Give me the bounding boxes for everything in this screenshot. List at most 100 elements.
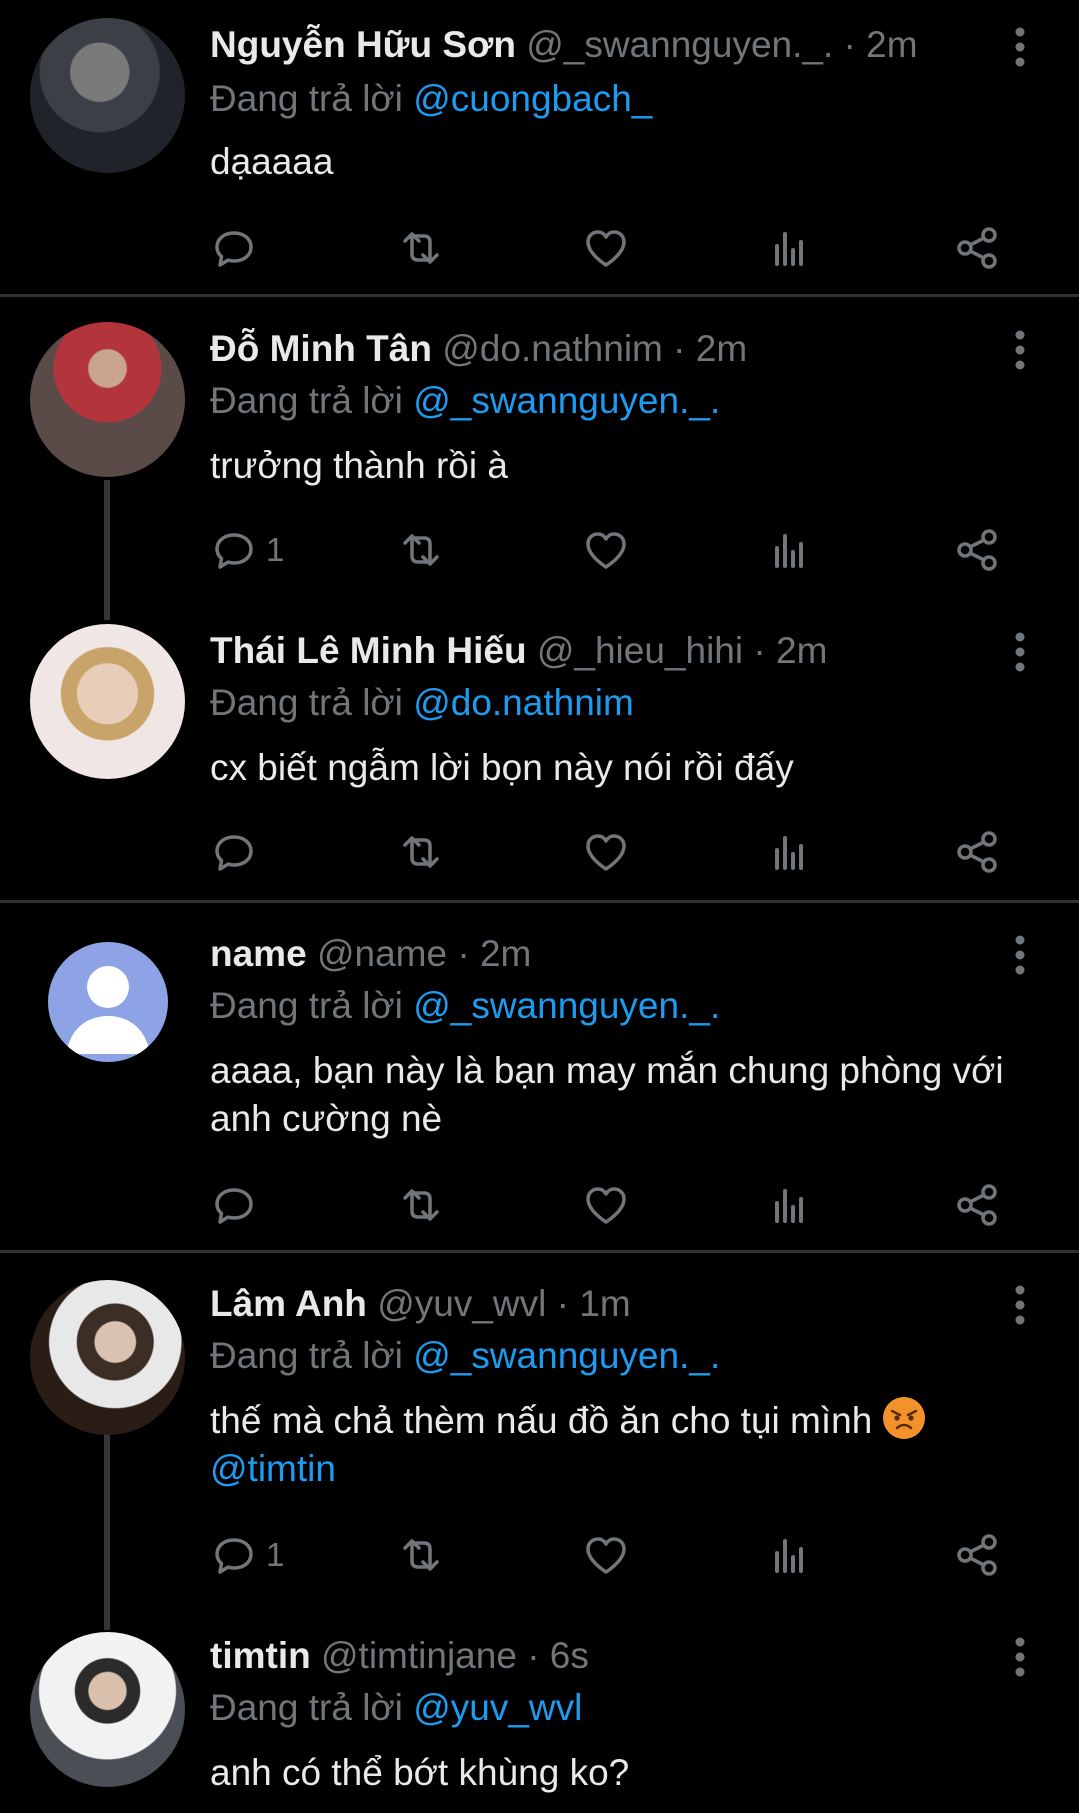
share-button[interactable]: [953, 220, 1001, 276]
timestamp: · 2m: [457, 933, 532, 974]
share-button[interactable]: [953, 1527, 1001, 1583]
user-icon: [66, 966, 150, 1054]
handle[interactable]: @do.nathnim: [442, 328, 663, 369]
mention-link[interactable]: @cuongbach_: [413, 78, 652, 119]
views-icon: [775, 232, 803, 266]
timestamp: · 2m: [843, 24, 918, 65]
views-icon: [775, 1189, 803, 1223]
views-icon: [775, 836, 803, 870]
share-icon: [957, 529, 997, 571]
handle[interactable]: @name: [317, 933, 447, 974]
timestamp: · 6s: [527, 1635, 589, 1676]
reply-button[interactable]: [210, 824, 266, 880]
retweet-button[interactable]: [397, 522, 445, 578]
views-icon: [775, 534, 803, 568]
avatar[interactable]: [30, 624, 185, 779]
tweet[interactable]: Thái Lê Minh Hiếu @_hieu_hihi · 2m Đang …: [0, 602, 1079, 902]
handle[interactable]: @yuv_wvl: [377, 1283, 546, 1324]
views-button[interactable]: [767, 220, 815, 276]
action-bar: [210, 1177, 1020, 1233]
share-icon: [957, 831, 997, 873]
mention-link[interactable]: @_swannguyen._.: [413, 1335, 720, 1376]
divider: [0, 294, 1079, 297]
tweet-text: cx biết ngẫm lời bọn này nói rồi đấy: [210, 747, 794, 788]
views-button[interactable]: [767, 1177, 815, 1233]
views-button[interactable]: [767, 522, 815, 578]
more-icon[interactable]: [1000, 325, 1040, 375]
mention-link[interactable]: @_swannguyen._.: [413, 380, 720, 421]
action-bar: [210, 824, 1020, 880]
like-button[interactable]: [582, 1527, 630, 1583]
like-icon: [586, 834, 626, 871]
timestamp: · 2m: [753, 630, 828, 671]
share-icon: [957, 1534, 997, 1576]
reply-button[interactable]: [210, 220, 266, 276]
reply-count: 1: [266, 1536, 285, 1573]
reply-button[interactable]: 1: [210, 1527, 284, 1583]
like-button[interactable]: [582, 220, 630, 276]
handle[interactable]: @_hieu_hihi: [537, 630, 743, 671]
action-bar: 1: [210, 1527, 1020, 1583]
angry-emoji: [882, 1397, 925, 1439]
more-icon[interactable]: [1000, 627, 1040, 677]
tweet[interactable]: Nguyễn Hữu Sơn @_swannguyen._. · 2m Đang…: [0, 0, 1079, 295]
reply-context: Đang trả lời @_swannguyen._.: [210, 380, 721, 421]
mention-link[interactable]: @do.nathnim: [413, 682, 634, 723]
reply-button[interactable]: [210, 1177, 266, 1233]
mention-link[interactable]: @_swannguyen._.: [413, 985, 720, 1026]
divider: [0, 900, 1079, 903]
retweet-button[interactable]: [397, 824, 445, 880]
more-icon[interactable]: [1000, 930, 1040, 980]
display-name[interactable]: Nguyễn Hữu Sơn: [210, 24, 516, 65]
tweet-text: thế mà chả thèm nấu đồ ăn cho tụi mình @…: [210, 1397, 1040, 1493]
avatar[interactable]: [30, 1632, 185, 1787]
display-name[interactable]: Lâm Anh: [210, 1283, 367, 1324]
tweet[interactable]: name @name · 2m Đang trả lời @_swannguye…: [0, 905, 1079, 1250]
share-button[interactable]: [953, 824, 1001, 880]
divider: [0, 1250, 1079, 1253]
mention-link[interactable]: @timtin: [210, 1448, 336, 1489]
views-icon: [775, 1539, 803, 1573]
tweet-text: trưởng thành rồi à: [210, 445, 508, 486]
retweet-icon: [403, 534, 439, 566]
more-icon[interactable]: [1000, 1280, 1040, 1330]
share-button[interactable]: [953, 1177, 1001, 1233]
handle[interactable]: @_swannguyen._.: [526, 24, 833, 65]
like-button[interactable]: [582, 522, 630, 578]
avatar[interactable]: [30, 18, 185, 173]
display-name[interactable]: name: [210, 933, 307, 974]
reply-button[interactable]: 1: [210, 522, 284, 578]
tweet[interactable]: Lâm Anh @yuv_wvl · 1m Đang trả lời @_swa…: [0, 1255, 1079, 1605]
avatar[interactable]: [30, 1280, 185, 1435]
more-icon[interactable]: [1000, 1632, 1040, 1682]
avatar[interactable]: [30, 322, 185, 477]
retweet-button[interactable]: [397, 220, 445, 276]
views-button[interactable]: [767, 824, 815, 880]
reply-context: Đang trả lời @do.nathnim: [210, 682, 634, 723]
reply-context: Đang trả lời @_swannguyen._.: [210, 985, 721, 1026]
like-icon: [586, 230, 626, 267]
mention-link[interactable]: @yuv_wvl: [413, 1687, 582, 1728]
share-icon: [957, 227, 997, 269]
like-button[interactable]: [582, 1177, 630, 1233]
display-name[interactable]: timtin: [210, 1635, 311, 1676]
action-bar: [210, 220, 1020, 276]
tweet[interactable]: Đỗ Minh Tân @do.nathnim · 2m Đang trả lờ…: [0, 300, 1079, 600]
like-icon: [586, 532, 626, 569]
reply-icon: [215, 231, 253, 267]
reply-context: Đang trả lời @yuv_wvl: [210, 1687, 583, 1728]
default-avatar[interactable]: [48, 942, 168, 1062]
views-button[interactable]: [767, 1527, 815, 1583]
share-button[interactable]: [953, 522, 1001, 578]
reply-icon: [215, 835, 253, 871]
handle[interactable]: @timtinjane: [321, 1635, 517, 1676]
retweet-button[interactable]: [397, 1527, 445, 1583]
timestamp: · 1m: [556, 1283, 631, 1324]
reply-context: Đang trả lời @cuongbach_: [210, 78, 653, 119]
more-icon[interactable]: [1000, 22, 1040, 72]
display-name[interactable]: Thái Lê Minh Hiếu: [210, 630, 527, 671]
like-button[interactable]: [582, 824, 630, 880]
tweet[interactable]: timtin @timtinjane · 6s Đang trả lời @yu…: [0, 1607, 1079, 1813]
retweet-button[interactable]: [397, 1177, 445, 1233]
display-name[interactable]: Đỗ Minh Tân: [210, 328, 432, 369]
